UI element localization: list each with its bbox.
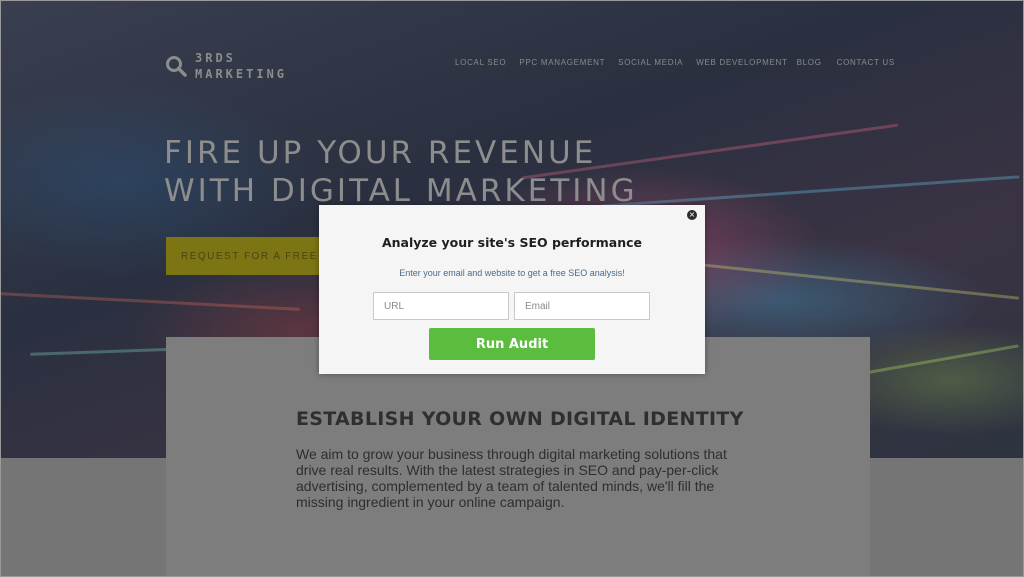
url-input[interactable] [373,292,509,320]
brand-name: 3RDS MARKETING [195,50,287,82]
close-icon[interactable]: × [687,210,697,220]
modal-subtitle: Enter your email and website to get a fr… [399,268,625,278]
seo-audit-modal: × Analyze your site's SEO performance En… [319,205,705,374]
brand-line2: MARKETING [195,67,288,81]
brand-line1: 3RDS [195,51,236,65]
search-icon [166,56,187,77]
hero-heading: FIRE UP YOUR REVENUE WITH DIGITAL MARKET… [164,134,638,210]
nav-ppc-management[interactable]: PPC MANAGEMENT [519,58,605,67]
email-input[interactable] [514,292,650,320]
nav-blog[interactable]: BLOG [797,58,822,67]
nav-web-development[interactable]: WEB DEVELOPMENT [696,58,787,67]
main-nav: LOCAL SEO PPC MANAGEMENT SOCIAL MEDIA WE… [455,58,908,67]
request-free-audit-button[interactable]: REQUEST FOR A FREE A [166,237,336,275]
nav-social-media[interactable]: SOCIAL MEDIA [618,58,683,67]
modal-title: Analyze your site's SEO performance [381,235,643,250]
hero-heading-line1: FIRE UP YOUR REVENUE [164,135,597,171]
section-title: ESTABLISH YOUR OWN DIGITAL IDENTITY [296,408,744,430]
brand-logo[interactable]: 3RDS MARKETING [165,50,287,82]
nav-local-seo[interactable]: LOCAL SEO [455,58,506,67]
nav-contact-us[interactable]: CONTACT US [837,58,895,67]
run-audit-button[interactable]: Run Audit [429,328,595,360]
section-body: We aim to grow your business through dig… [296,446,727,510]
